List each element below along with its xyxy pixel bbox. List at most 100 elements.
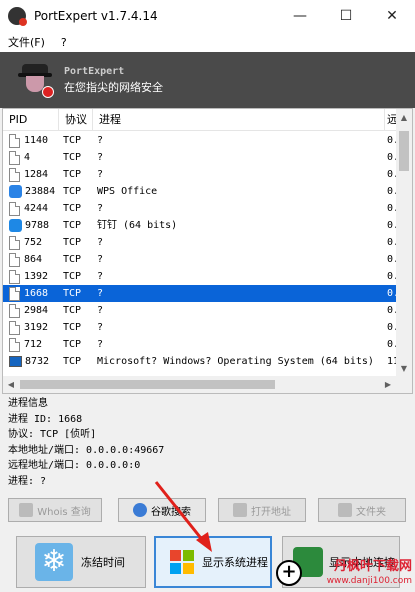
title-bar: PortExpert v1.7.4.14 — ☐ ✕ (0, 0, 415, 32)
cell-process: Microsoft? Windows? Operating System (64… (97, 356, 374, 367)
cell-process: ? (97, 339, 104, 350)
whois-button-label: Whois 查询 (37, 506, 91, 518)
pid-text: 1392 (24, 271, 49, 282)
cell-pid: 752 (3, 234, 59, 251)
file-icon (9, 286, 20, 301)
horizontal-scroll-thumb[interactable] (20, 380, 275, 389)
table-row[interactable]: 9788TCP钉钉 (64 bits)0. (3, 217, 397, 234)
cell-process: WPS Office (97, 186, 158, 197)
cell-pid: 1140 (3, 132, 59, 149)
cell-process: ? (97, 203, 104, 214)
table-row[interactable]: 2984TCP?0. (3, 302, 397, 319)
scroll-up-icon[interactable]: ▲ (396, 113, 412, 122)
menu-bar: 文件(F) ? (0, 32, 415, 52)
file-icon (9, 235, 20, 250)
banner-app-name: PortExpert (64, 65, 125, 77)
file-icon (9, 252, 20, 267)
table-row[interactable]: 1284TCP?0. (3, 166, 397, 183)
table-row[interactable]: 8732 TCP Microsoft? Windows? Operating Sys… (3, 353, 397, 370)
google-search-button[interactable]: 谷歌搜索 (118, 498, 206, 522)
cell-process: ? (97, 305, 104, 316)
scroll-left-icon[interactable]: ◀ (5, 380, 17, 389)
file-icon (9, 337, 20, 352)
cell-protocol: TCP (63, 356, 82, 367)
snowflake-icon: ❄ (35, 543, 73, 581)
column-header-pid[interactable]: PID (3, 109, 59, 131)
column-header-process[interactable]: 进程 (93, 109, 385, 131)
watermark-title: 丹枫叶下载网 (333, 559, 412, 574)
info-remote-address: 远程地址/端口: 0.0.0.0:0 (8, 460, 141, 471)
menu-help[interactable]: ? (61, 36, 67, 49)
cell-protocol: TCP (63, 339, 82, 350)
pid-text: 2984 (24, 305, 49, 316)
close-button[interactable]: ✕ (369, 0, 415, 32)
table-row[interactable]: 864TCP?0. (3, 251, 397, 268)
cell-protocol: TCP (63, 271, 82, 282)
table-row[interactable]: 4244TCP?0. (3, 200, 397, 217)
maximize-button[interactable]: ☐ (323, 0, 369, 32)
cell-protocol: TCP (63, 322, 82, 333)
scroll-right-icon[interactable]: ▶ (382, 380, 394, 389)
cell-process: ? (97, 237, 104, 248)
info-local-address: 本地地址/端口: 0.0.0.0:49667 (8, 444, 165, 456)
cell-process: 钉钉 (64 bits) (97, 220, 178, 231)
cell-pid: 1668 (3, 285, 59, 302)
vertical-scroll-thumb[interactable] (399, 131, 409, 171)
file-icon (9, 167, 20, 182)
vertical-scrollbar[interactable]: ▲ ▼ (396, 109, 412, 377)
cell-process: ? (97, 322, 104, 333)
pid-text: 864 (24, 254, 43, 265)
cell-protocol: TCP (63, 152, 82, 163)
cell-pid: 1284 (3, 166, 59, 183)
file-icon (9, 303, 20, 318)
google-search-label: 谷歌搜索 (151, 506, 191, 518)
window-controls: — ☐ ✕ (277, 0, 415, 32)
table-row[interactable]: 4TCP?0. (3, 149, 397, 166)
horizontal-scrollbar[interactable]: ◀ ▶ (3, 376, 412, 393)
cell-protocol: TCP (63, 220, 82, 231)
cell-protocol: TCP (63, 203, 82, 214)
whois-button[interactable]: Whois 查询 (8, 498, 102, 522)
menu-file[interactable]: 文件(F) (8, 34, 45, 50)
watermark-url: www.danji100.com (326, 576, 412, 586)
open-address-icon (233, 503, 247, 517)
site-watermark: 丹枫叶下载网 www.danji100.com (320, 560, 412, 588)
window-title: PortExpert v1.7.4.14 (34, 9, 158, 23)
cell-pid: 9788 (3, 217, 59, 234)
file-icon (9, 320, 20, 335)
table-row[interactable]: 752TCP?0. (3, 234, 397, 251)
table-row[interactable]: 712TCP?0. (3, 336, 397, 353)
freeze-time-button[interactable]: ❄ 冻结时间 (16, 536, 146, 588)
column-header-protocol[interactable]: 协议 (59, 109, 93, 131)
open-folder-label: 文件夹 (356, 506, 386, 518)
cell-pid: 3192 (3, 319, 59, 336)
cell-process: ? (97, 152, 104, 163)
scrollbar-corner (396, 376, 412, 393)
table-row[interactable]: 1392TCP?0. (3, 268, 397, 285)
pid-text: 4244 (24, 203, 49, 214)
freeze-time-label: 冻结时间 (81, 556, 125, 569)
file-icon (9, 201, 20, 216)
pid-text: 752 (24, 237, 43, 248)
open-folder-button[interactable]: 文件夹 (318, 498, 406, 522)
cell-pid: 2984 (3, 302, 59, 319)
folder-icon (338, 503, 352, 517)
open-address-label: 打开地址 (251, 506, 291, 518)
pid-text: 3192 (24, 322, 49, 333)
scroll-down-icon[interactable]: ▼ (396, 364, 412, 373)
process-info-panel: 进程信息 进程 ID: 1668 协议: TCP [侦听] 本地地址/端口: 0… (8, 396, 408, 489)
table-row[interactable]: 1668TCP?0. (3, 285, 397, 302)
table-row[interactable]: 1140TCP?0. (3, 132, 397, 149)
system-icon (9, 356, 22, 367)
open-address-button[interactable]: 打开地址 (218, 498, 306, 522)
connections-list[interactable]: PID 协议 进程 远 1140TCP?0.4TCP?0.1284TCP?0.2… (2, 108, 413, 394)
cell-protocol: TCP (63, 254, 82, 265)
file-icon (9, 133, 20, 148)
table-row[interactable]: 23884TCPWPS Office0. (3, 183, 397, 200)
banner-slogan: 在您指尖的网络安全 (64, 80, 163, 94)
cell-protocol: TCP (63, 237, 82, 248)
minimize-button[interactable]: — (277, 0, 323, 32)
table-row[interactable]: 3192TCP?0. (3, 319, 397, 336)
file-icon (9, 269, 20, 284)
show-system-processes-button[interactable]: 显示系统进程 (154, 536, 272, 588)
